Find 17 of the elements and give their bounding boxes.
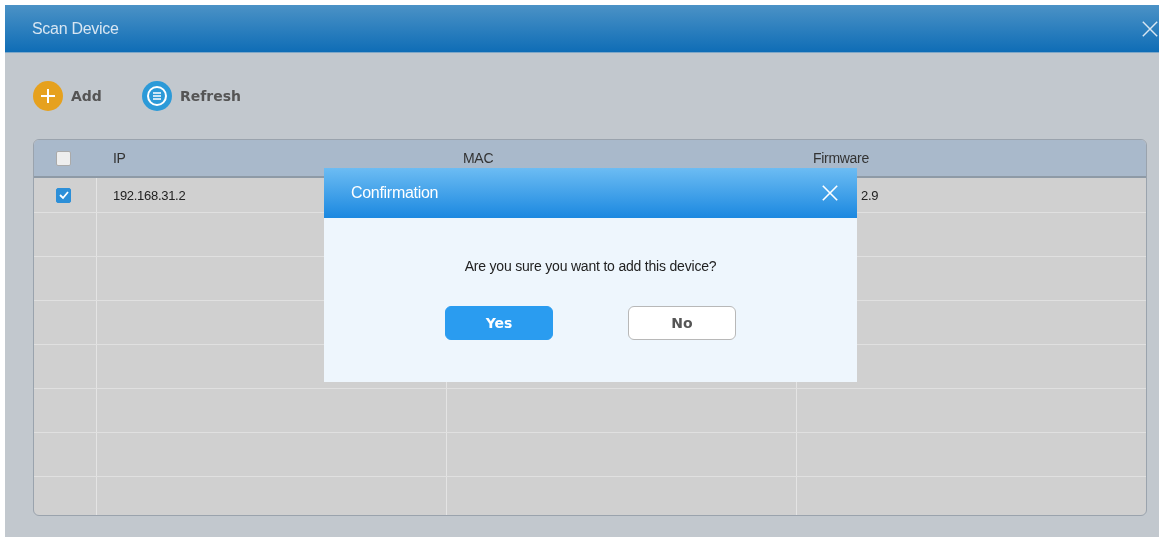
plus-icon bbox=[33, 81, 63, 111]
refresh-button[interactable]: Refresh bbox=[141, 81, 241, 111]
refresh-icon bbox=[141, 81, 172, 111]
close-icon[interactable] bbox=[1141, 19, 1159, 38]
column-header: IP bbox=[113, 150, 126, 166]
dialog-message: Are you sure you want to add this device? bbox=[463, 258, 718, 274]
table-cell: 192.168.31.2 bbox=[113, 187, 186, 203]
window-title: Scan Device bbox=[32, 19, 119, 38]
dialog-title: Confirmation bbox=[351, 184, 439, 202]
select-all-checkbox[interactable] bbox=[56, 150, 71, 166]
column-header: MAC bbox=[463, 150, 494, 166]
add-button[interactable]: Add bbox=[33, 81, 102, 111]
confirm-button[interactable]: Yes bbox=[445, 306, 553, 340]
cancel-button[interactable]: No bbox=[628, 306, 736, 340]
row-checkbox[interactable] bbox=[56, 187, 71, 203]
table-cell: 2.9 bbox=[861, 187, 879, 203]
column-header: Firmware bbox=[813, 150, 869, 166]
